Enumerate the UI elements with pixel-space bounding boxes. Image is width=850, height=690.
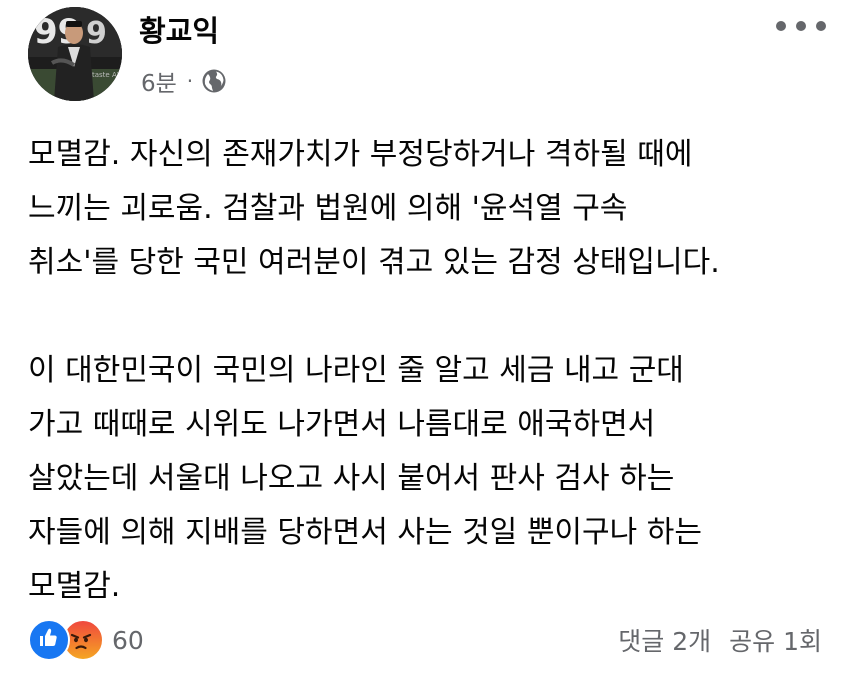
avatar[interactable]: 99 9 taste AI [28,7,122,101]
post-stats: 댓글 2개 공유 1회 [618,622,822,658]
more-dot-icon [776,21,786,31]
author-name[interactable]: 황교익 [139,8,219,50]
reaction-count: 60 [112,625,144,655]
post-meta: 6분 · [141,64,227,98]
post-body: 모멸감. 자신의 존재가치가 부정당하거나 격하될 때에 느끼는 괴로움. 검찰… [28,128,828,614]
more-options-button[interactable] [776,14,826,38]
avatar-image: 99 9 taste AI [28,7,122,101]
facebook-post: 99 9 taste AI 황교익 6분 · 모멸감. 자신의 존재가치가 부정… [0,0,850,690]
globe-icon[interactable] [201,68,227,94]
like-icon [28,619,70,661]
reactions-summary[interactable]: 60 [28,619,144,661]
post-time[interactable]: 6분 [141,64,177,98]
more-dot-icon [796,21,806,31]
more-dot-icon [816,21,826,31]
svg-text:taste AI: taste AI [92,71,119,79]
shares-count-link[interactable]: 공유 1회 [729,622,822,658]
post-paragraph: 모멸감. 자신의 존재가치가 부정당하거나 격하될 때에 느끼는 괴로움. 검찰… [28,137,720,280]
comments-count-link[interactable]: 댓글 2개 [618,622,711,658]
post-paragraph: 이 대한민국이 국민의 나라인 줄 알고 세금 내고 군대 가고 때때로 시위도… [28,353,702,604]
svg-text:9: 9 [86,16,107,51]
meta-separator: · [186,69,194,93]
